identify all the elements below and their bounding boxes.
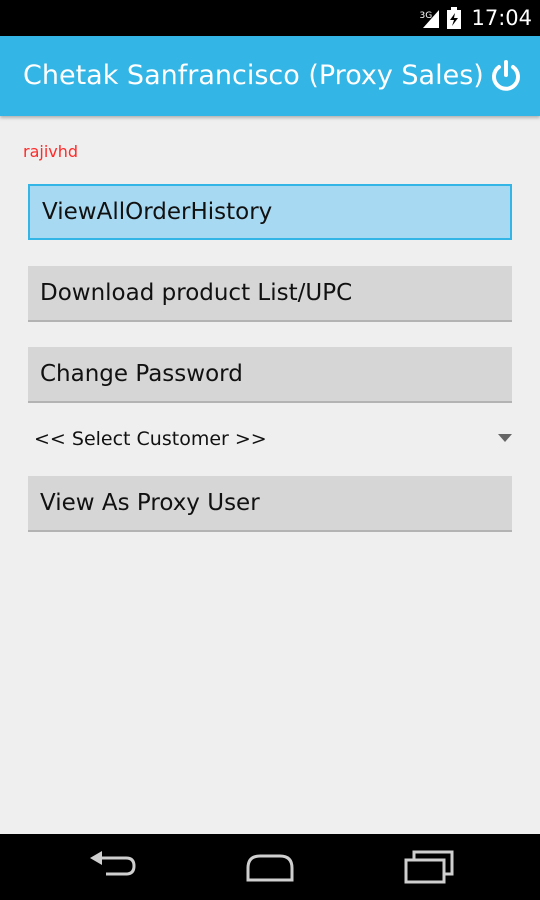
action-bar: Chetak Sanfrancisco (Proxy Sales): [0, 36, 540, 116]
navigation-bar: [0, 834, 540, 900]
logout-button[interactable]: [486, 56, 526, 96]
download-product-list-button[interactable]: Download product List/UPC: [28, 266, 512, 322]
network-type: 3G: [419, 11, 433, 21]
signal-icon: 3G: [419, 6, 441, 30]
customer-select[interactable]: << Select Customer >>: [28, 418, 512, 462]
status-bar: 3G 17:04: [0, 0, 540, 36]
customer-select-value: << Select Customer >>: [34, 428, 267, 450]
power-icon: [492, 60, 520, 91]
recent-apps-icon: [404, 850, 454, 884]
home-button[interactable]: [242, 848, 298, 886]
view-as-proxy-user-button[interactable]: View As Proxy User: [28, 476, 512, 532]
home-icon: [246, 854, 294, 882]
status-time: 17:04: [471, 6, 532, 30]
battery-icon: [447, 7, 462, 29]
username-label: rajivhd: [23, 142, 79, 161]
back-icon: [90, 851, 136, 876]
dropdown-arrow-icon: [498, 434, 512, 442]
view-all-order-history-button[interactable]: ViewAllOrderHistory: [28, 184, 512, 240]
app-title: Chetak Sanfrancisco (Proxy Sales): [23, 60, 484, 91]
back-button[interactable]: [86, 848, 142, 886]
recent-apps-button[interactable]: [402, 848, 458, 886]
change-password-button[interactable]: Change Password: [28, 347, 512, 403]
